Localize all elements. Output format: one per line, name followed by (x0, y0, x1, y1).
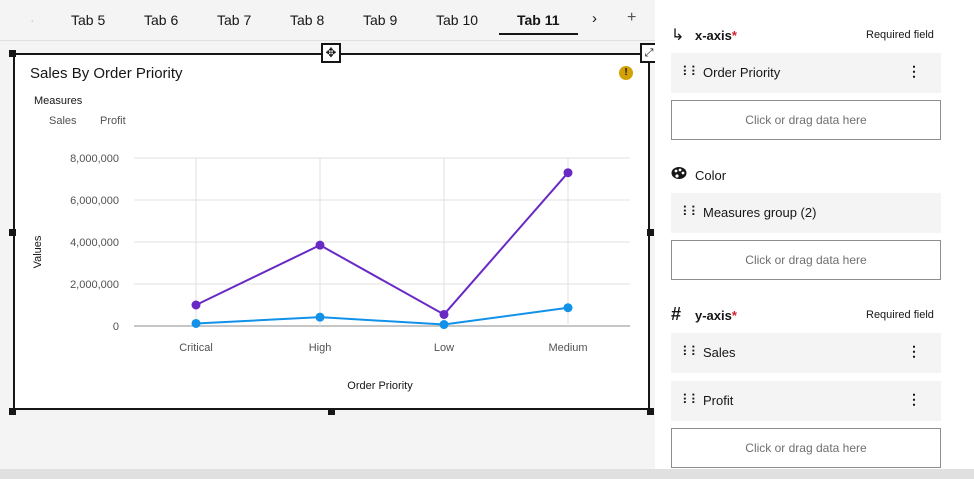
drag-handle-icon[interactable]: ⠇⠇ (682, 392, 700, 408)
y-axis-title: Values (32, 235, 44, 268)
xaxis-section-label: x-axis* (695, 28, 737, 43)
drag-handle-icon[interactable]: ⠇⠇ (682, 204, 700, 220)
data-point-profit (315, 312, 325, 322)
data-point-sales (315, 240, 325, 250)
data-point-sales (439, 309, 449, 319)
y-tick-label: 8,000,000 (70, 153, 119, 165)
xaxis-required-text: Required field (866, 29, 934, 41)
line-chart: 0 2,000,000 4,000,000 6,000,000 8,000,000 Cri… (32, 153, 630, 392)
required-star: * (731, 308, 737, 323)
x-tick-label: Critical (179, 342, 213, 354)
color-drop-zone[interactable]: Click or drag data here (671, 240, 941, 280)
yaxis-required-text: Required field (866, 309, 934, 321)
overflow-menu-icon[interactable]: ⋮ (907, 343, 921, 360)
hash-icon: # (671, 304, 682, 324)
data-point-profit (563, 303, 573, 313)
field-label: Profit (703, 393, 734, 408)
x-tick-label: Low (434, 342, 454, 354)
field-measures-group[interactable]: ⠇⠇ Measures group (2) (671, 193, 941, 233)
xaxis-icon: ↳ (671, 27, 685, 44)
series-line-sales (195, 172, 569, 316)
field-profit[interactable]: ⠇⠇ Profit ⋮ (671, 381, 941, 421)
data-point-profit (439, 320, 449, 330)
data-point-sales (191, 300, 201, 310)
y-tick-label: 2,000,000 (70, 279, 119, 291)
palette-icon (671, 166, 687, 185)
data-point-sales (563, 168, 573, 178)
yaxis-drop-zone[interactable]: Click or drag data here (671, 428, 941, 468)
required-star: * (731, 28, 737, 43)
field-label: Order Priority (703, 65, 781, 80)
color-section-label: Color (695, 168, 727, 183)
drag-handle-icon[interactable]: ⠇⠇ (682, 64, 700, 80)
y-tick-label: 0 (113, 321, 119, 333)
field-label: Measures group (2) (703, 205, 817, 220)
data-point-profit (191, 318, 201, 328)
drag-handle-icon[interactable]: ⠇⠇ (682, 344, 700, 360)
field-label: Sales (703, 345, 736, 360)
field-sales[interactable]: ⠇⠇ Sales ⋮ (671, 333, 941, 373)
y-tick-label: 4,000,000 (70, 237, 119, 249)
field-order-priority[interactable]: ⠇⠇ Order Priority ⋮ (671, 53, 941, 93)
yaxis-section-label: y-axis* (695, 308, 737, 323)
x-axis-title: Order Priority (347, 380, 413, 392)
y-tick-label: 6,000,000 (70, 195, 119, 207)
overflow-menu-icon[interactable]: ⋮ (907, 63, 921, 80)
x-tick-label: Medium (548, 342, 587, 354)
series-line-profit (195, 306, 569, 326)
horizontal-scrollbar[interactable] (0, 469, 974, 479)
xaxis-drop-zone[interactable]: Click or drag data here (671, 100, 941, 140)
x-tick-label: High (309, 342, 332, 354)
overflow-menu-icon[interactable]: ⋮ (907, 391, 921, 408)
